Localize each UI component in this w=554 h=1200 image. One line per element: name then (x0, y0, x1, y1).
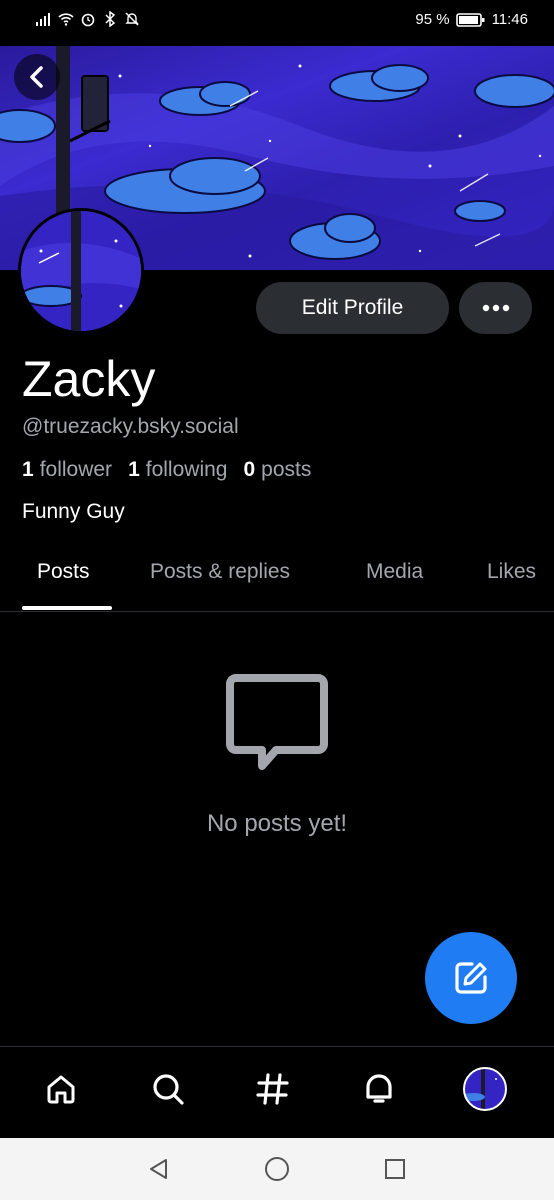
avatar-artwork (21, 211, 141, 331)
posts-label: posts (261, 458, 312, 481)
ellipsis-icon (482, 304, 509, 312)
status-icons-right: 95 % 11:46 (415, 11, 528, 28)
mute-icon (125, 12, 139, 26)
system-recents-button[interactable] (380, 1154, 410, 1184)
profile-stats: 1 follower 1 following 0 posts (22, 458, 311, 482)
compose-button[interactable] (425, 932, 517, 1024)
posts-count: 0 (243, 458, 256, 481)
back-button[interactable] (14, 54, 60, 100)
profile-avatar[interactable] (18, 208, 144, 334)
bottom-nav (0, 1046, 554, 1136)
nav-feeds[interactable] (251, 1067, 295, 1111)
following-count: 1 (128, 458, 140, 481)
posts-stat: 0 posts (243, 458, 311, 482)
tab-posts-replies[interactable]: Posts & replies (150, 560, 290, 584)
tab-likes[interactable]: Likes (487, 560, 536, 584)
nav-search[interactable] (146, 1067, 190, 1111)
bell-icon (366, 1074, 392, 1103)
clock: 11:46 (491, 11, 528, 28)
avatar (463, 1067, 507, 1111)
battery-icon (455, 12, 485, 27)
compose-icon (455, 962, 487, 994)
system-nav-bar (0, 1138, 554, 1200)
status-bar: 95 % 11:46 (0, 0, 554, 44)
tab-media[interactable]: Media (366, 560, 423, 584)
profile-tabs: Posts Posts & replies Media Likes (0, 540, 554, 612)
status-icons-left (36, 11, 140, 27)
nav-home[interactable] (39, 1067, 83, 1111)
followers-stat[interactable]: 1 follower (22, 458, 112, 482)
followers-label: follower (39, 458, 113, 481)
circle-home-icon (265, 1157, 289, 1181)
active-tab-indicator (22, 606, 112, 610)
system-home-button[interactable] (262, 1154, 292, 1184)
chevron-left-icon (30, 66, 43, 88)
alarm-icon (81, 13, 95, 27)
profile-bio: Funny Guy (22, 500, 125, 523)
empty-feed-message: No posts yet! (206, 810, 348, 837)
signal-icon (36, 13, 50, 26)
square-recents-icon (385, 1159, 405, 1179)
nav-notifications[interactable] (357, 1067, 401, 1111)
wifi-icon (58, 13, 74, 26)
display-name: Zacky (22, 351, 156, 407)
following-label: following (145, 458, 228, 481)
hashtag-icon (256, 1073, 289, 1105)
edit-profile-button[interactable]: Edit Profile (256, 282, 449, 334)
bluetooth-icon (105, 11, 116, 27)
home-icon (47, 1075, 75, 1104)
following-stat[interactable]: 1 following (128, 458, 227, 482)
system-back-button[interactable] (144, 1154, 174, 1184)
message-bubble-icon (226, 674, 328, 770)
battery-percent: 95 % (415, 11, 450, 28)
triangle-back-icon (150, 1159, 167, 1179)
tab-posts[interactable]: Posts (37, 560, 90, 584)
search-icon (153, 1074, 184, 1105)
more-options-button[interactable] (459, 282, 532, 334)
followers-count: 1 (22, 458, 34, 481)
profile-handle: @truezacky.bsky.social (22, 415, 239, 438)
nav-profile[interactable] (463, 1067, 507, 1111)
